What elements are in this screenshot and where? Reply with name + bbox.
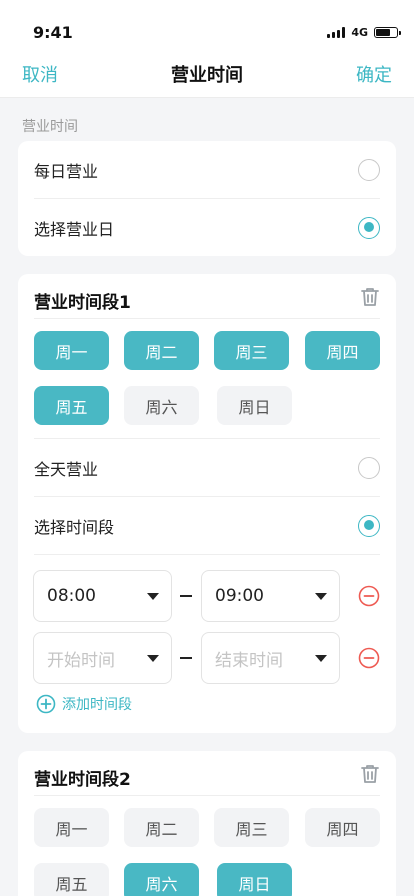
day-chip-wed[interactable]: 周三 bbox=[214, 808, 289, 847]
section-label: 营业时间 bbox=[22, 119, 78, 135]
start-time-value: 08:00 bbox=[47, 586, 96, 606]
select-range-label: 选择时间段 bbox=[34, 517, 115, 537]
range-dash bbox=[180, 657, 192, 659]
radio-selected-icon[interactable] bbox=[358, 514, 380, 537]
trash-icon[interactable] bbox=[359, 286, 381, 308]
range-dash bbox=[180, 595, 192, 597]
end-time-select[interactable]: 结束时间 bbox=[201, 632, 340, 684]
nav-bar: 取消 营业时间 确定 bbox=[0, 50, 414, 98]
all-day-option[interactable]: 全天营业 bbox=[34, 439, 380, 496]
end-time-value: 09:00 bbox=[215, 586, 264, 606]
select-range-option[interactable]: 选择时间段 bbox=[34, 497, 380, 554]
caret-down-icon bbox=[147, 593, 159, 600]
caret-down-icon bbox=[147, 655, 159, 662]
period-card-2: 营业时间段2 周一 周二 周三 周四 周五 周六 周日 bbox=[18, 751, 396, 896]
day-chip-thu[interactable]: 周四 bbox=[305, 331, 380, 370]
day-chip-mon[interactable]: 周一 bbox=[34, 808, 109, 847]
caret-down-icon bbox=[315, 655, 327, 662]
end-time-select[interactable]: 09:00 bbox=[201, 570, 340, 622]
network-label: 4G bbox=[351, 26, 368, 39]
all-day-label: 全天营业 bbox=[34, 459, 99, 479]
mode-option-select-days[interactable]: 选择营业日 bbox=[34, 199, 380, 256]
day-chip-sat[interactable]: 周六 bbox=[124, 386, 199, 425]
divider bbox=[34, 554, 380, 555]
radio-icon[interactable] bbox=[358, 158, 380, 181]
add-range-label: 添加时间段 bbox=[62, 697, 132, 713]
day-chip-mon[interactable]: 周一 bbox=[34, 331, 109, 370]
caret-down-icon bbox=[315, 593, 327, 600]
divider bbox=[34, 795, 380, 796]
day-chip-tue[interactable]: 周二 bbox=[124, 808, 199, 847]
signal-icon bbox=[327, 27, 346, 38]
day-chip-sun[interactable]: 周日 bbox=[217, 386, 292, 425]
day-chip-sat[interactable]: 周六 bbox=[124, 863, 199, 896]
status-indicators: 4G bbox=[327, 26, 401, 39]
day-chip-thu[interactable]: 周四 bbox=[305, 808, 380, 847]
status-time: 9:41 bbox=[33, 23, 73, 42]
mode-option-label: 选择营业日 bbox=[34, 219, 115, 239]
divider bbox=[34, 318, 380, 319]
battery-icon bbox=[374, 27, 401, 38]
end-time-placeholder: 结束时间 bbox=[215, 650, 283, 671]
period-title: 营业时间段2 bbox=[34, 770, 131, 790]
remove-range-icon[interactable] bbox=[358, 585, 380, 607]
period-title: 营业时间段1 bbox=[34, 293, 131, 313]
radio-icon[interactable] bbox=[358, 456, 380, 479]
period-card-1: 营业时间段1 周一 周二 周三 周四 周五 周六 周日 全天营业 选择时间段 0… bbox=[18, 274, 396, 733]
confirm-button[interactable]: 确定 bbox=[356, 61, 392, 87]
start-time-placeholder: 开始时间 bbox=[47, 650, 115, 671]
remove-range-icon[interactable] bbox=[358, 647, 380, 669]
page-title: 营业时间 bbox=[171, 65, 243, 86]
add-circle-icon bbox=[36, 694, 56, 714]
radio-selected-icon[interactable] bbox=[358, 216, 380, 239]
status-bar: 9:41 4G bbox=[0, 0, 414, 50]
mode-option-label: 每日营业 bbox=[34, 161, 99, 181]
trash-icon[interactable] bbox=[359, 763, 381, 785]
day-chip-tue[interactable]: 周二 bbox=[124, 331, 199, 370]
mode-option-daily[interactable]: 每日营业 bbox=[34, 141, 380, 198]
day-chip-fri[interactable]: 周五 bbox=[34, 863, 109, 896]
day-chip-fri[interactable]: 周五 bbox=[34, 386, 109, 425]
start-time-select[interactable]: 08:00 bbox=[33, 570, 172, 622]
add-range-button[interactable]: 添加时间段 bbox=[36, 694, 132, 714]
mode-card: 每日营业 选择营业日 bbox=[18, 141, 396, 256]
day-chip-wed[interactable]: 周三 bbox=[214, 331, 289, 370]
start-time-select[interactable]: 开始时间 bbox=[33, 632, 172, 684]
day-chip-sun[interactable]: 周日 bbox=[217, 863, 292, 896]
